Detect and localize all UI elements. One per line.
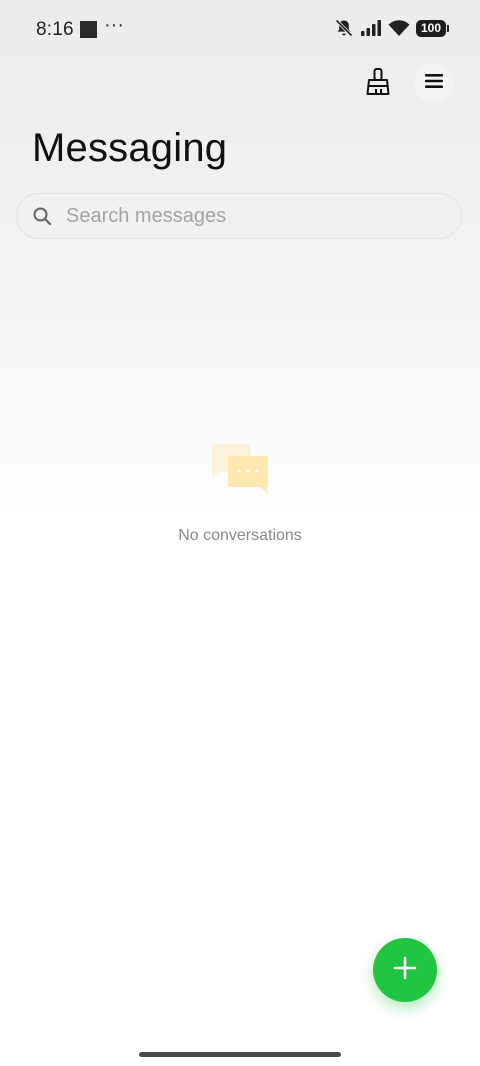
- battery-level: 100: [420, 20, 442, 35]
- search-bar[interactable]: [16, 193, 462, 239]
- search-input[interactable]: [64, 203, 428, 229]
- page-title: Messaging: [32, 126, 228, 170]
- status-bar: 8:16 ··· 100: [0, 0, 480, 60]
- menu-button[interactable]: [414, 63, 454, 103]
- notification-square-icon: [80, 21, 97, 38]
- status-overflow-dots: ···: [104, 14, 124, 36]
- search-icon: [32, 206, 52, 226]
- home-indicator[interactable]: [139, 1052, 341, 1057]
- battery-icon: 100: [416, 19, 449, 37]
- status-time: 8:16: [36, 19, 74, 40]
- brush-icon: [364, 67, 392, 102]
- menu-icon: [425, 73, 443, 94]
- empty-state-message: No conversations: [178, 527, 302, 544]
- chat-bubbles-icon: [208, 440, 272, 498]
- wifi-icon: [388, 19, 410, 37]
- plus-icon: [393, 956, 417, 985]
- battery-tip: [447, 24, 449, 32]
- clean-brush-button[interactable]: [358, 64, 398, 104]
- notifications-muted-icon: [334, 18, 354, 38]
- new-conversation-button[interactable]: [373, 938, 437, 1002]
- status-icons: 100: [334, 18, 449, 38]
- signal-icon: [360, 19, 382, 37]
